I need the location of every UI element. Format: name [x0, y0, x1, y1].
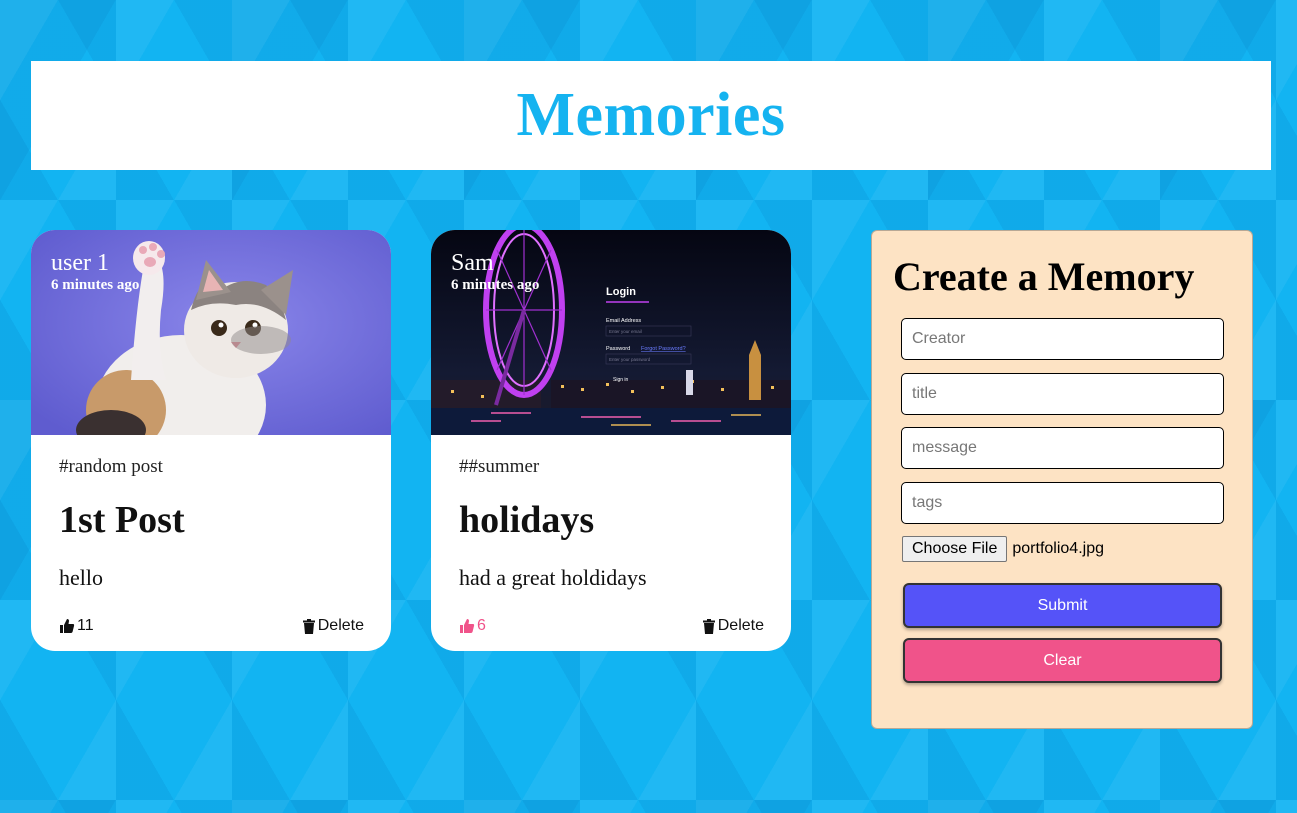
card-creator: user 1 [51, 250, 109, 276]
clear-button[interactable]: Clear [903, 638, 1222, 683]
delete-button[interactable]: Delete [302, 617, 364, 635]
card-message: had a great holdidays [459, 565, 647, 590]
forgot-link-text: Forgot Password? [641, 346, 686, 352]
file-name: portfolio4.jpg [1012, 540, 1104, 557]
like-count: 11 [77, 617, 94, 634]
card-message: hello [59, 565, 103, 590]
file-picker: Choose File portfolio4.jpg [902, 536, 1104, 562]
login-title-text: Login [606, 286, 636, 298]
create-memory-form: Create a Memory Choose File portfolio4.j… [871, 230, 1253, 729]
app-header: Memories [31, 61, 1271, 170]
password-placeholder-text: Enter your password [609, 357, 651, 362]
title-input[interactable] [901, 373, 1224, 415]
memory-card: Login Email Address Enter your email Pas… [431, 230, 791, 651]
signin-text: Sign in [613, 377, 629, 383]
trash-icon [302, 618, 315, 634]
app-title: Memories [516, 81, 786, 149]
email-label-text: Email Address [606, 318, 641, 324]
password-label-text: Password [606, 346, 630, 352]
form-heading: Create a Memory [893, 254, 1195, 299]
choose-file-button[interactable]: Choose File [902, 536, 1008, 562]
thumbs-up-icon [460, 619, 475, 633]
delete-label: Delete [317, 617, 364, 634]
delete-label: Delete [717, 617, 764, 634]
thumbs-up-icon [60, 619, 75, 633]
card-timestamp: 6 minutes ago [451, 277, 540, 293]
delete-button[interactable]: Delete [702, 617, 764, 635]
submit-button[interactable]: Submit [903, 583, 1222, 628]
card-title: 1st Post [59, 499, 185, 541]
like-count: 6 [477, 617, 486, 634]
card-tags: #random post [59, 456, 163, 477]
card-timestamp: 6 minutes ago [51, 277, 140, 293]
creator-input[interactable] [901, 318, 1224, 360]
card-image-cat: user 1 6 minutes ago [31, 230, 391, 435]
card-tags: ##summer [459, 456, 540, 477]
like-button[interactable]: 11 [59, 617, 94, 635]
like-button[interactable]: 6 [459, 617, 486, 635]
card-image-london: Login Email Address Enter your email Pas… [431, 230, 791, 435]
tags-input[interactable] [901, 482, 1224, 524]
memory-card: user 1 6 minutes ago #random post 1st Po… [31, 230, 391, 651]
card-creator: Sam [451, 250, 494, 276]
trash-icon [702, 618, 715, 634]
email-placeholder-text: Enter your email [609, 329, 642, 334]
message-input[interactable] [901, 427, 1224, 469]
card-title: holidays [459, 499, 595, 541]
